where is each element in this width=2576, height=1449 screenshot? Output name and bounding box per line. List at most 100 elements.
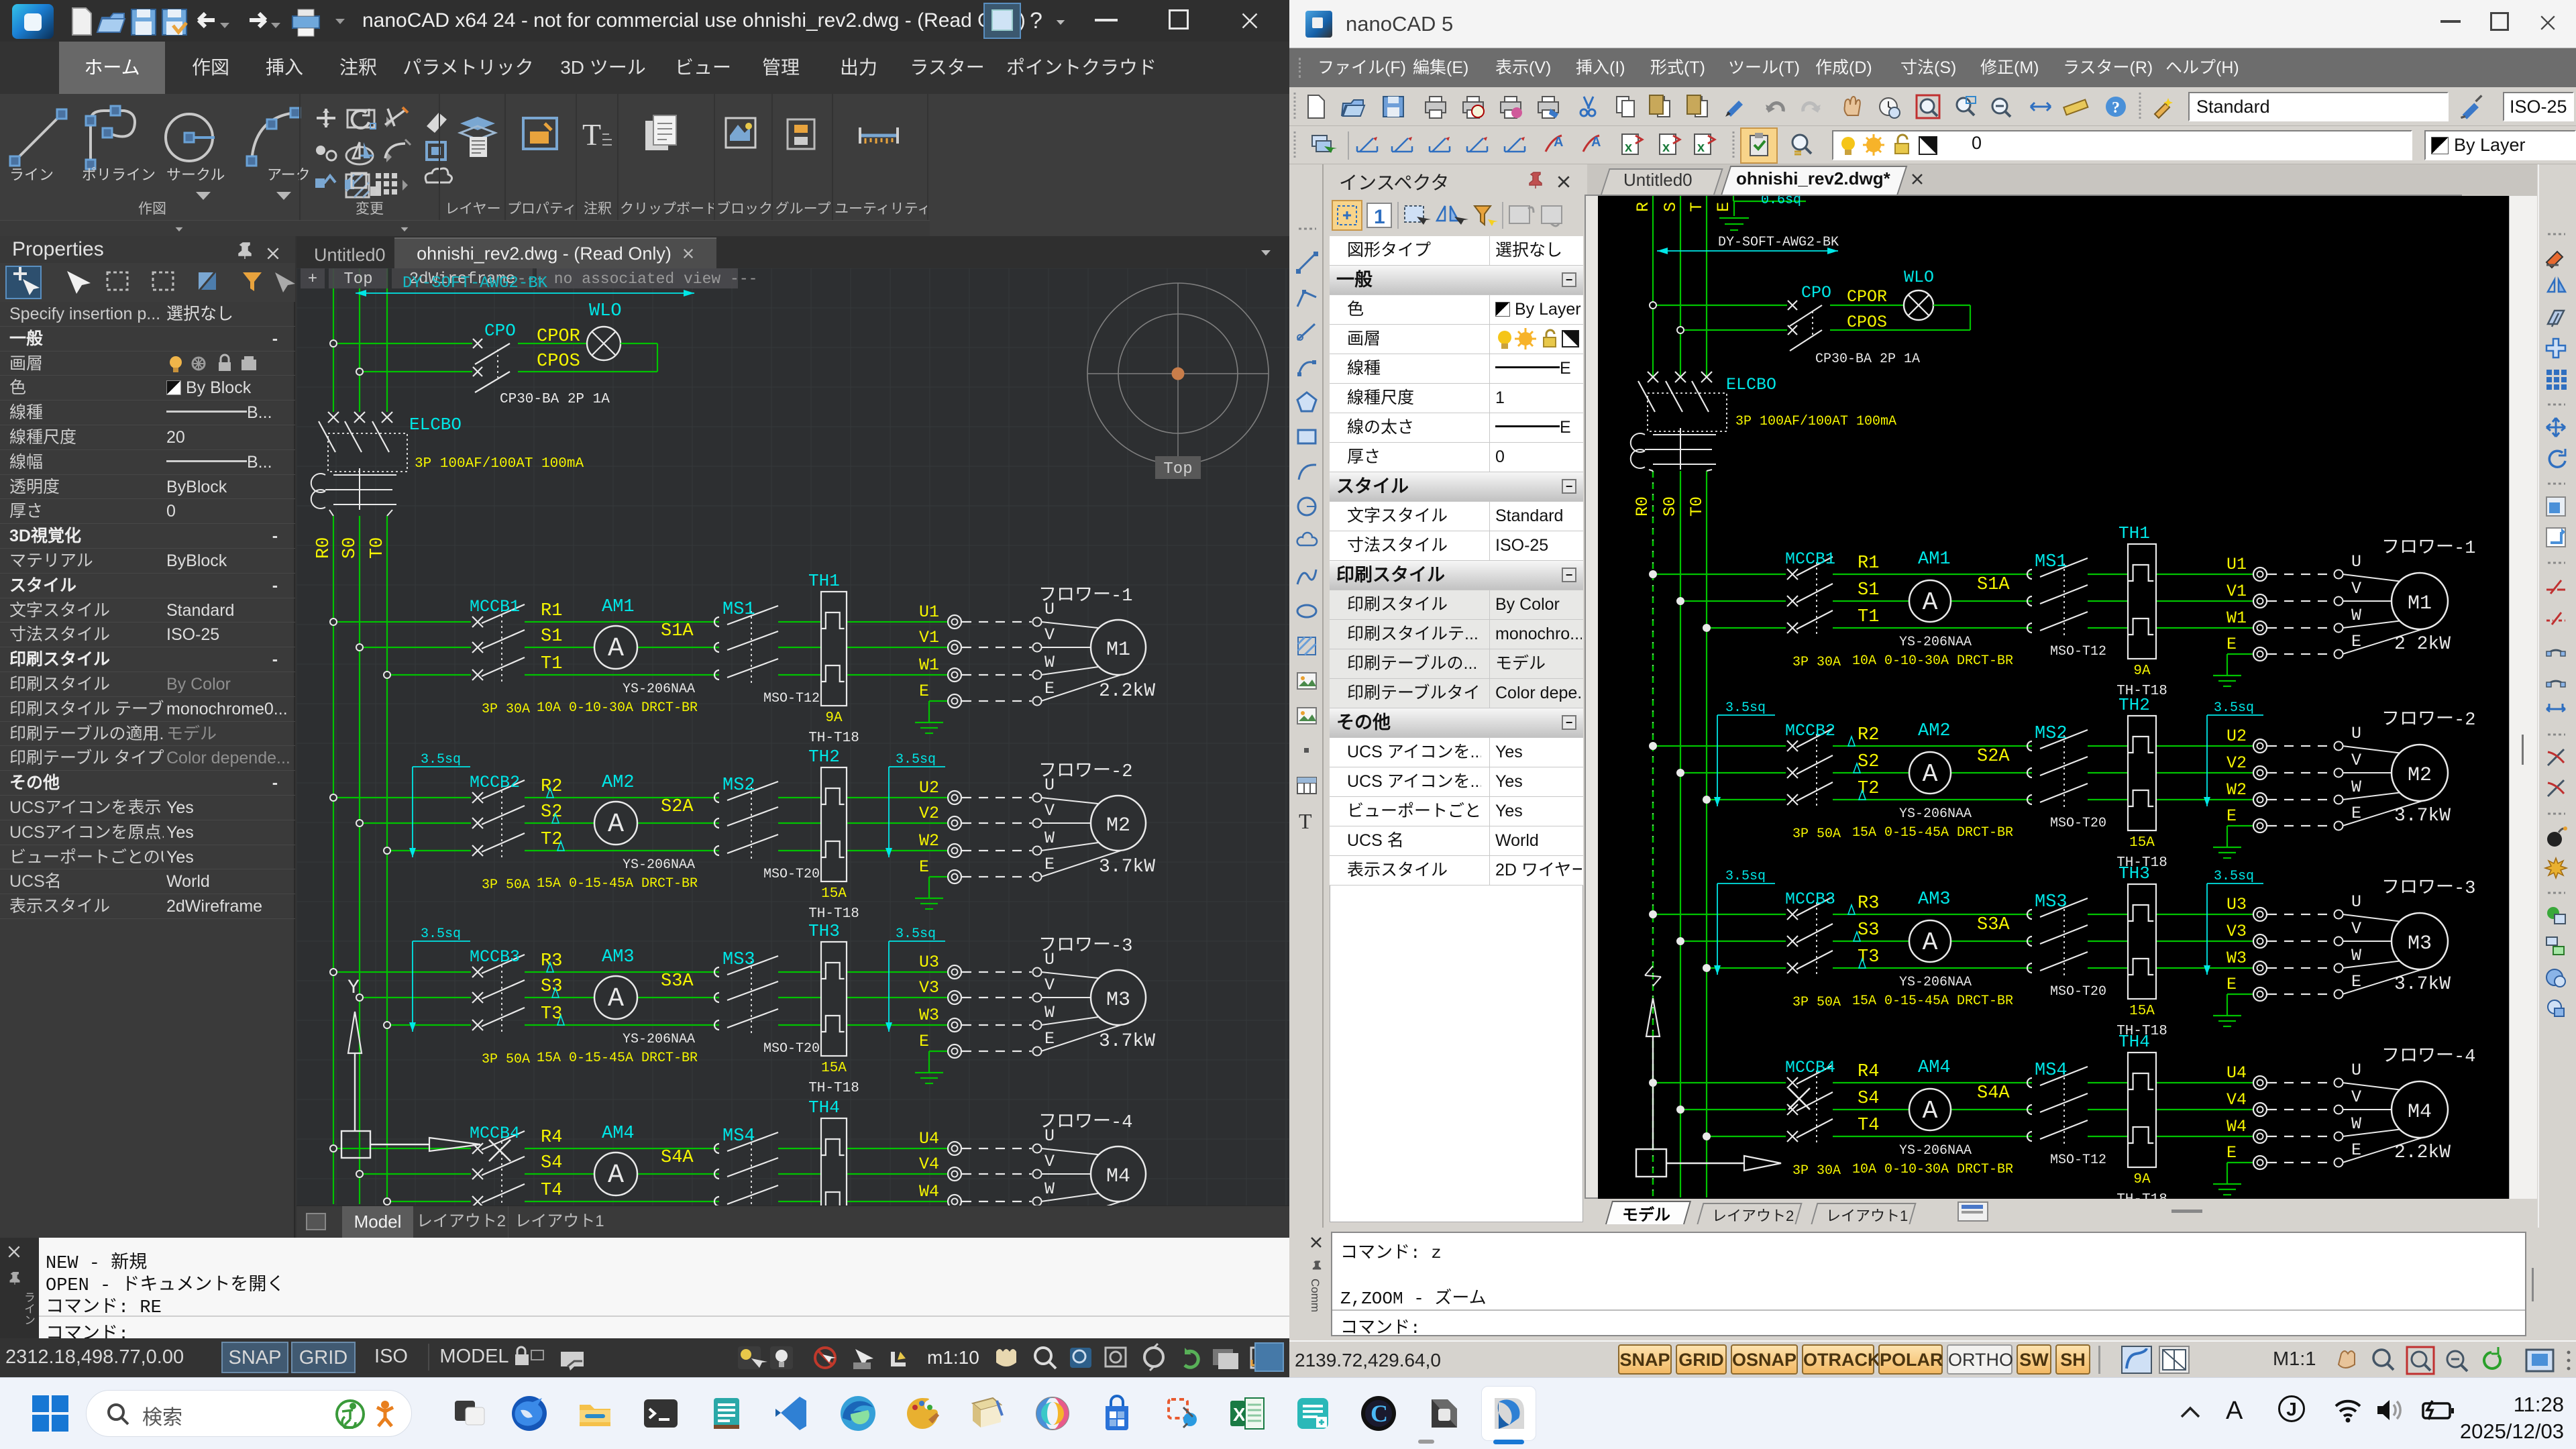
svg-text:E: E (2226, 975, 2237, 994)
svg-text:U: U (2351, 552, 2361, 572)
svg-text:3.5sq: 3.5sq (1725, 700, 1766, 716)
svg-text:S4A: S4A (661, 1148, 694, 1168)
svg-text:TH1: TH1 (2118, 523, 2150, 543)
svg-text:V: V (2351, 751, 2361, 770)
svg-text:CPOS: CPOS (1847, 313, 1887, 332)
svg-text:R4: R4 (541, 1128, 562, 1148)
svg-text:1: 1 (1374, 206, 1385, 228)
svg-text:TH2: TH2 (2118, 695, 2150, 715)
svg-text:10A 0-10-30A DRCT-BR: 10A 0-10-30A DRCT-BR (1852, 1162, 2013, 1177)
svg-text:TH3: TH3 (808, 921, 840, 941)
svg-text:DY-SOFT-AWG2-BK: DY-SOFT-AWG2-BK (1718, 235, 1839, 250)
svg-text:T1: T1 (541, 654, 562, 674)
svg-text:TH-T18: TH-T18 (2116, 1192, 2167, 1199)
svg-text:x: x (1625, 140, 1632, 155)
svg-text:3.7kW: 3.7kW (2394, 974, 2451, 995)
svg-text:WLO: WLO (589, 301, 622, 321)
svg-text:V: V (2351, 579, 2361, 598)
svg-text:3.5sq: 3.5sq (896, 926, 936, 942)
svg-text:W2: W2 (919, 831, 939, 851)
svg-text:S3A: S3A (661, 971, 694, 991)
svg-text:MCCB1: MCCB1 (1785, 549, 1835, 569)
svg-text:V: V (2351, 919, 2361, 938)
svg-text:W: W (2351, 777, 2361, 797)
svg-text:15A 0-15-45A DRCT-BR: 15A 0-15-45A DRCT-BR (537, 876, 698, 892)
svg-text:--- no associated view ---: --- no associated view --- (517, 270, 758, 288)
svg-text:3P 30A: 3P 30A (482, 702, 530, 717)
svg-text:3.5sq: 3.5sq (2214, 700, 2254, 716)
svg-text:AM3: AM3 (602, 947, 635, 967)
svg-text:AM4: AM4 (602, 1124, 635, 1144)
svg-text:V: V (1044, 801, 1055, 820)
svg-text:+: + (308, 270, 317, 288)
svg-text:V1: V1 (919, 628, 939, 647)
svg-text:YS-206NAA: YS-206NAA (1899, 1143, 1972, 1159)
svg-text:3.5sq: 3.5sq (2214, 869, 2254, 884)
svg-text:M1: M1 (2408, 592, 2432, 615)
svg-text:3.5sq: 3.5sq (1725, 869, 1766, 884)
svg-text:3.7kW: 3.7kW (2394, 806, 2451, 826)
svg-text:T2: T2 (1858, 779, 1879, 799)
svg-text:W: W (1044, 1179, 1055, 1199)
svg-text:M4: M4 (2408, 1101, 2432, 1124)
svg-text:15A 0-15-45A DRCT-BR: 15A 0-15-45A DRCT-BR (1852, 825, 2013, 841)
svg-text:S2A: S2A (1977, 747, 2010, 767)
svg-text:MS4: MS4 (722, 1126, 755, 1146)
svg-text:AM1: AM1 (602, 597, 635, 617)
svg-text:S3: S3 (1858, 920, 1879, 941)
svg-text:フロワー-2: フロワー-2 (2381, 710, 2475, 731)
svg-text:T: T (1687, 202, 1707, 212)
svg-text:Top: Top (343, 270, 372, 288)
svg-text:R: R (1633, 202, 1653, 212)
svg-text:2 2kW: 2 2kW (2394, 634, 2451, 655)
svg-text:W3: W3 (919, 1006, 939, 1025)
svg-text:W1: W1 (919, 655, 939, 675)
svg-text:S0: S0 (1660, 496, 1680, 517)
svg-text:U: U (2351, 1061, 2361, 1080)
svg-text:A: A (1923, 588, 1938, 617)
svg-text:E: E (2351, 972, 2361, 991)
svg-text:15A: 15A (2129, 835, 2155, 851)
svg-text:U4: U4 (919, 1129, 939, 1148)
svg-text:M3: M3 (2408, 932, 2432, 955)
svg-text:AM3: AM3 (1918, 890, 1951, 910)
svg-text:TH3: TH3 (2118, 863, 2150, 883)
svg-text:S0: S0 (340, 537, 360, 559)
svg-text:W: W (1044, 653, 1055, 672)
svg-text:YS-206NAA: YS-206NAA (1899, 635, 1972, 650)
svg-text:CP30-BA 2P 1A: CP30-BA 2P 1A (500, 392, 610, 407)
svg-text:U4: U4 (2226, 1063, 2247, 1083)
svg-text:E: E (1044, 679, 1055, 698)
svg-text:E: E (1714, 202, 1733, 212)
svg-text:TH1: TH1 (808, 571, 840, 591)
svg-text:A: A (1554, 135, 1563, 150)
svg-text:Top: Top (1163, 460, 1192, 478)
svg-text:MCCB3: MCCB3 (470, 947, 520, 967)
svg-text:3P 30A: 3P 30A (1792, 1163, 1841, 1179)
svg-text:E: E (2351, 804, 2361, 823)
svg-text:W3: W3 (2226, 949, 2247, 968)
svg-text:CPOR: CPOR (537, 327, 580, 347)
svg-text:MSO-T12: MSO-T12 (2050, 1152, 2106, 1168)
svg-text:MS3: MS3 (2035, 892, 2068, 912)
svg-text:R4: R4 (1858, 1062, 1879, 1082)
svg-text:10A 0-10-30A DRCT-BR: 10A 0-10-30A DRCT-BR (537, 700, 698, 716)
svg-text:M2: M2 (1106, 814, 1130, 837)
svg-text:TH4: TH4 (808, 1097, 840, 1118)
svg-text:MS2: MS2 (2035, 724, 2068, 744)
svg-text:AM1: AM1 (1918, 549, 1951, 570)
svg-text:フロワー-4: フロワー-4 (1038, 1113, 1132, 1133)
svg-text:E: E (919, 682, 929, 701)
svg-text:MSO-T20: MSO-T20 (2050, 816, 2106, 831)
svg-text:A: A (608, 1161, 624, 1191)
svg-text:ELCBO: ELCBO (409, 415, 462, 435)
svg-text:C: C (1371, 1400, 1388, 1427)
svg-text:フロワー-3: フロワー-3 (1038, 936, 1132, 957)
svg-text:3P 100AF/100AT 100mA: 3P 100AF/100AT 100mA (415, 456, 584, 472)
svg-text:TH-T18: TH-T18 (808, 1081, 859, 1096)
svg-text:15A 0-15-45A DRCT-BR: 15A 0-15-45A DRCT-BR (1852, 994, 2013, 1009)
svg-text:WLO: WLO (1904, 268, 1934, 287)
svg-text:R0: R0 (1633, 496, 1652, 517)
svg-text:S4A: S4A (1977, 1083, 2010, 1104)
svg-text:V2: V2 (2226, 753, 2247, 773)
